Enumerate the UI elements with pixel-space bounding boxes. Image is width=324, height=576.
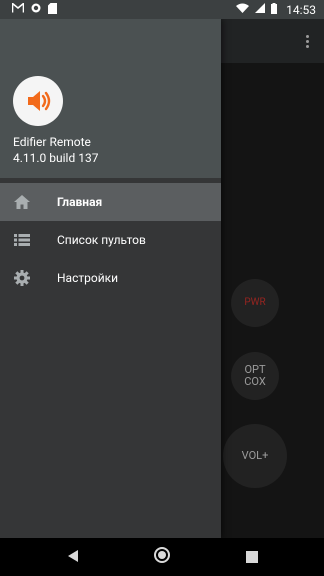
drawer-item-remote-list[interactable]: Список пультов — [0, 221, 221, 259]
app-version: 4.11.0 build 137 — [13, 151, 99, 165]
wifi-icon — [236, 3, 250, 16]
home-icon — [13, 193, 31, 211]
drawer-header: Edifier Remote 4.11.0 build 137 — [0, 19, 221, 178]
circle-notification-icon — [31, 3, 41, 16]
speaker-icon — [13, 76, 63, 126]
list-icon — [13, 231, 31, 249]
battery-icon — [271, 2, 278, 17]
status-bar-notifications — [11, 1, 57, 17]
gmail-icon — [11, 1, 25, 16]
sd-card-icon — [48, 2, 57, 17]
drawer-item-label: Список пультов — [57, 233, 146, 247]
drawer-item-settings[interactable]: Настройки — [0, 259, 221, 297]
signal-icon — [255, 3, 266, 16]
status-bar: 14:53 — [0, 0, 324, 19]
navigation-drawer: Edifier Remote 4.11.0 build 137 Главная … — [0, 19, 221, 538]
drawer-item-home[interactable]: Главная — [0, 183, 221, 221]
gear-icon — [13, 269, 31, 287]
drawer-scrim[interactable] — [221, 19, 324, 538]
app-name: Edifier Remote — [13, 135, 91, 149]
status-bar-system: 14:53 — [236, 2, 316, 17]
home-button-icon[interactable] — [153, 547, 171, 568]
drawer-item-label: Главная — [57, 195, 103, 209]
drawer-item-label: Настройки — [57, 271, 119, 285]
status-time: 14:53 — [286, 2, 316, 17]
recents-icon[interactable] — [246, 548, 258, 567]
back-icon[interactable] — [67, 548, 79, 567]
phone-screen: 14:53 PWR OPT COX VOL+ Edifier Remote 4.… — [0, 0, 324, 576]
system-nav-bar — [0, 538, 324, 576]
